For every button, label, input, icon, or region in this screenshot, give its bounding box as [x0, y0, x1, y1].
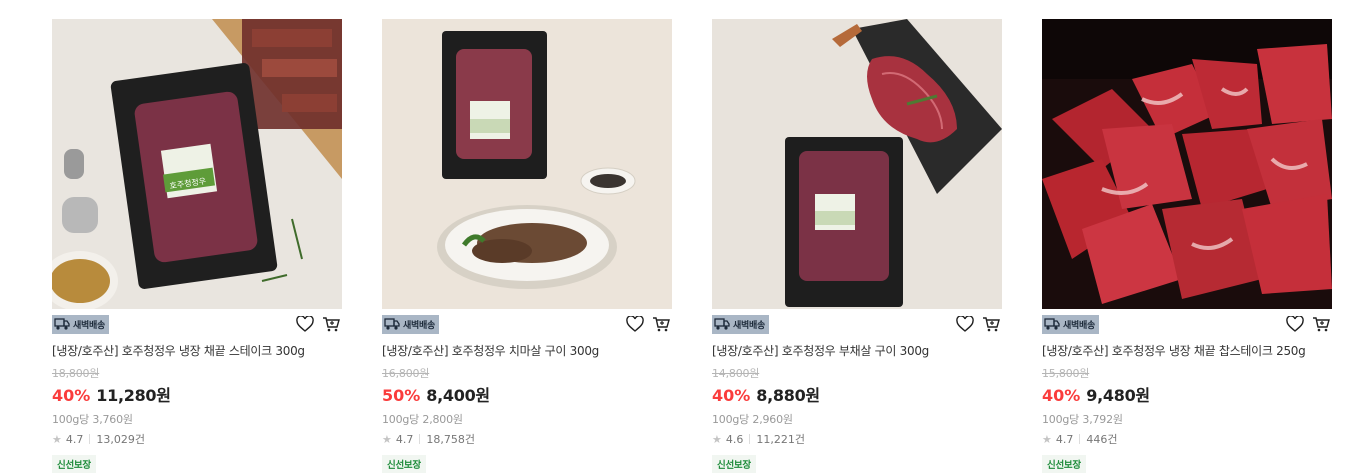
- delivery-truck-icon: [1044, 317, 1060, 331]
- rating-row: ★ 4.7 446건: [1042, 431, 1332, 447]
- heart-icon[interactable]: [296, 316, 314, 332]
- rating-row: ★ 4.7 13,029건: [52, 431, 342, 447]
- cart-icon[interactable]: [322, 316, 340, 332]
- cart-icon[interactable]: [1312, 316, 1330, 332]
- dawn-delivery-badge: 새벽배송: [52, 314, 109, 334]
- card-actions: [1286, 316, 1332, 332]
- product-card[interactable]: 새벽배송 [냉장/호주산] 호주청정우 치마살 구이 300g 16,800원 …: [382, 19, 672, 473]
- original-price: 18,800원: [52, 367, 100, 380]
- sale-price: 8,880원: [756, 386, 820, 405]
- price-row: 40% 8,880원: [712, 382, 1002, 406]
- discount-rate: 50%: [382, 386, 421, 405]
- badge-label: 새벽배송: [1063, 320, 1095, 331]
- product-card[interactable]: 호주청정우 새벽배송 [냉장/호주산] 호주청정우 냉장 채끝 스테이크 300…: [52, 19, 342, 473]
- product-image[interactable]: [712, 19, 1002, 309]
- sale-price: 9,480원: [1086, 386, 1150, 405]
- product-grid: 호주청정우 새벽배송 [냉장/호주산] 호주청정우 냉장 채끝 스테이크 300…: [0, 0, 1352, 476]
- heart-icon[interactable]: [626, 316, 644, 332]
- dawn-delivery-badge: 새벽배송: [712, 314, 769, 334]
- star-icon: ★: [712, 432, 722, 446]
- divider: [419, 434, 421, 444]
- cart-icon[interactable]: [982, 316, 1000, 332]
- price-row: 40% 9,480원: [1042, 382, 1332, 406]
- meta-row: 새벽배송: [52, 309, 342, 339]
- product-title[interactable]: [냉장/호주산] 호주청정우 부채살 구이 300g: [712, 342, 1002, 359]
- review-count: 446건: [1086, 433, 1118, 446]
- sale-price: 11,280원: [96, 386, 171, 405]
- product-title[interactable]: [냉장/호주산] 호주청정우 냉장 채끝 스테이크 300g: [52, 342, 342, 359]
- dawn-delivery-badge: 새벽배송: [1042, 314, 1099, 334]
- heart-icon[interactable]: [1286, 316, 1304, 332]
- fresh-guarantee-tag: 신선보장: [1042, 455, 1086, 473]
- badge-label: 새벽배송: [73, 320, 105, 331]
- unit-price: 100g당 2,800원: [382, 413, 463, 426]
- delivery-truck-icon: [714, 317, 730, 331]
- original-price: 16,800원: [382, 367, 430, 380]
- divider: [1079, 434, 1081, 444]
- product-image[interactable]: [382, 19, 672, 309]
- price-row: 50% 8,400원: [382, 382, 672, 406]
- discount-rate: 40%: [1042, 386, 1081, 405]
- rating-row: ★ 4.7 18,758건: [382, 431, 672, 447]
- delivery-truck-icon: [384, 317, 400, 331]
- divider: [749, 434, 751, 444]
- product-title[interactable]: [냉장/호주산] 호주청정우 치마살 구이 300g: [382, 342, 672, 359]
- unit-price: 100g당 3,792원: [1042, 413, 1123, 426]
- discount-rate: 40%: [52, 386, 91, 405]
- badge-label: 새벽배송: [403, 320, 435, 331]
- fresh-guarantee-tag: 신선보장: [382, 455, 426, 473]
- rating-value: 4.7: [65, 432, 84, 446]
- badge-label: 새벽배송: [733, 320, 765, 331]
- delivery-truck-icon: [54, 317, 70, 331]
- product-card[interactable]: 새벽배송 [냉장/호주산] 호주청정우 냉장 채끝 찹스테이크 250g 15,…: [1042, 19, 1332, 473]
- rating-value: 4.6: [725, 432, 744, 446]
- discount-rate: 40%: [712, 386, 751, 405]
- rating-row: ★ 4.6 11,221건: [712, 431, 1002, 447]
- unit-price: 100g당 3,760원: [52, 413, 133, 426]
- meta-row: 새벽배송: [712, 309, 1002, 339]
- product-title[interactable]: [냉장/호주산] 호주청정우 냉장 채끝 찹스테이크 250g: [1042, 342, 1332, 359]
- original-price: 14,800원: [712, 367, 760, 380]
- product-image[interactable]: 호주청정우: [52, 19, 342, 309]
- fresh-guarantee-tag: 신선보장: [712, 455, 756, 473]
- review-count: 13,029건: [96, 433, 145, 446]
- cart-icon[interactable]: [652, 316, 670, 332]
- review-count: 18,758건: [426, 433, 475, 446]
- card-actions: [956, 316, 1002, 332]
- rating-value: 4.7: [1055, 432, 1074, 446]
- price-row: 40% 11,280원: [52, 382, 342, 406]
- sale-price: 8,400원: [426, 386, 490, 405]
- star-icon: ★: [52, 432, 62, 446]
- fresh-guarantee-tag: 신선보장: [52, 455, 96, 473]
- star-icon: ★: [1042, 432, 1052, 446]
- original-price: 15,800원: [1042, 367, 1090, 380]
- dawn-delivery-badge: 새벽배송: [382, 314, 439, 334]
- heart-icon[interactable]: [956, 316, 974, 332]
- divider: [89, 434, 91, 444]
- meta-row: 새벽배송: [382, 309, 672, 339]
- card-actions: [626, 316, 672, 332]
- card-actions: [296, 316, 342, 332]
- product-card[interactable]: 새벽배송 [냉장/호주산] 호주청정우 부채살 구이 300g 14,800원 …: [712, 19, 1002, 473]
- product-image[interactable]: [1042, 19, 1332, 309]
- rating-value: 4.7: [395, 432, 414, 446]
- star-icon: ★: [382, 432, 392, 446]
- unit-price: 100g당 2,960원: [712, 413, 793, 426]
- meta-row: 새벽배송: [1042, 309, 1332, 339]
- review-count: 11,221건: [756, 433, 805, 446]
